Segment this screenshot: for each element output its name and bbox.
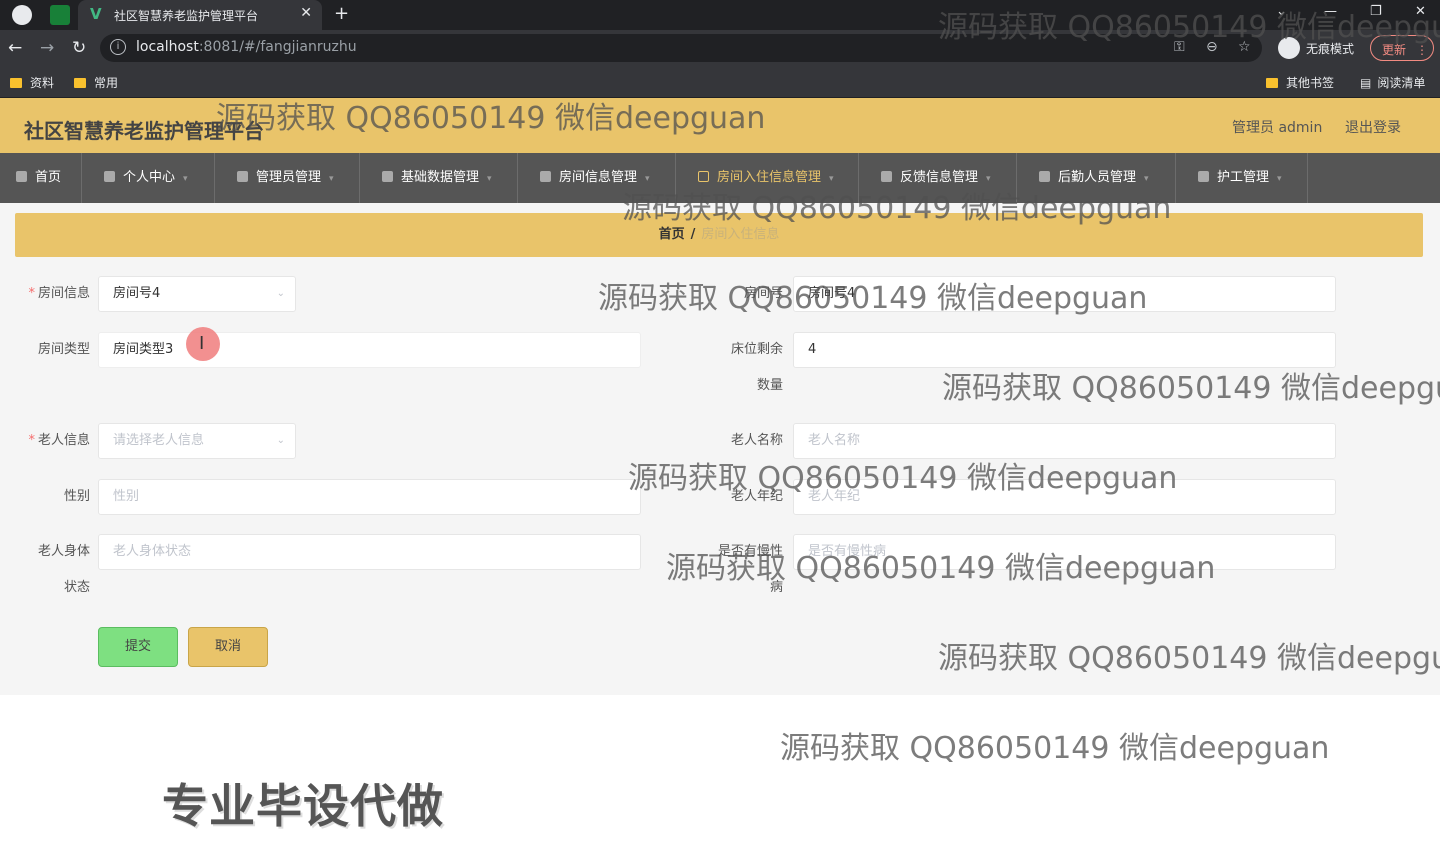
room-type-label: 房间类型 [37, 342, 90, 357]
beds-left-label: 床位剩余 数量 [730, 342, 783, 393]
caregiver-icon [1198, 171, 1209, 182]
reading-list[interactable]: ▤ 阅读清单 [1360, 74, 1425, 91]
watermark: 源码获取 QQ86050149 微信deepguan [216, 101, 766, 136]
breadcrumb-current: 房间入住信息 [701, 227, 780, 242]
logout-link[interactable]: 退出登录 [1345, 117, 1401, 137]
url-text: localhost:8081/#/fangjianruzhu [136, 39, 357, 55]
other-bookmarks[interactable]: 其他书签 [1266, 74, 1334, 91]
watermark: 源码获取 QQ86050149 微信deepguan [628, 461, 1178, 496]
back-icon[interactable]: ← [8, 38, 22, 58]
bookmark-folder[interactable]: 常用 [74, 74, 118, 91]
home-icon [16, 171, 27, 182]
chevron-down-icon: ▾ [183, 174, 188, 184]
nav-personal-center[interactable]: 个人中心 ▾ [82, 153, 215, 203]
forward-icon[interactable]: → [40, 38, 54, 58]
gender-label: 性别 [63, 489, 90, 504]
watermark: 源码获取 QQ86050149 微信deepguan [780, 731, 1330, 766]
tab-close-icon[interactable]: ✕ [300, 5, 312, 21]
watermark: 源码获取 QQ86050149 微信deepguan [622, 191, 1172, 226]
submit-button[interactable]: 提交 [98, 627, 178, 667]
folder-icon [10, 78, 22, 88]
staff-icon [1039, 171, 1050, 182]
gender-field[interactable]: 性别 [98, 479, 641, 515]
tab-title: 社区智慧养老监护管理平台 [114, 9, 259, 23]
chevron-down-icon: ⌄ [276, 288, 285, 299]
chevron-down-icon: ⌄ [276, 435, 285, 446]
user-icon [104, 171, 115, 182]
mail-icon [881, 171, 892, 182]
watermark: 源码获取 QQ86050149 微信deepguan [938, 10, 1440, 45]
breadcrumb-home[interactable]: 首页 [659, 227, 685, 242]
reload-icon[interactable]: ↻ [72, 38, 86, 58]
elder-name-label: 老人名称 [730, 433, 783, 448]
chevron-down-icon: ▾ [487, 174, 492, 184]
elder-info-label: * 老人信息 [28, 433, 90, 448]
site-info-icon[interactable]: i [110, 39, 126, 55]
admin-label: 管理员 admin [1232, 120, 1323, 136]
watermark: 源码获取 QQ86050149 微信deepguan [666, 551, 1216, 586]
watermark: 源码获取 QQ86050149 微信deepguan [598, 281, 1148, 316]
admin-icon [237, 171, 248, 182]
elder-health-field[interactable]: 老人身体状态 [98, 534, 641, 570]
nav-home[interactable]: 首页 [0, 153, 82, 203]
elder-info-select[interactable]: 请选择老人信息 ⌄ [98, 423, 296, 459]
room-icon [698, 171, 709, 182]
mic-icon [382, 171, 393, 182]
nav-basic-data[interactable]: 基础数据管理 ▾ [360, 153, 518, 203]
breadcrumb-separator: / [690, 227, 696, 242]
room-type-field[interactable]: 房间类型3 [98, 332, 641, 368]
vue-logo-icon: V [90, 5, 102, 23]
room-info-select[interactable]: 房间号4 ⌄ [98, 276, 296, 312]
watermark: 源码获取 QQ86050149 微信deepguan [938, 641, 1440, 676]
folder-icon [1266, 78, 1278, 88]
chevron-down-icon: ▾ [329, 174, 334, 184]
nav-admin-management[interactable]: 管理员管理 ▾ [215, 153, 360, 203]
folder-icon [74, 78, 86, 88]
bookmark-folder[interactable]: 资料 [10, 74, 54, 91]
grid-icon [540, 171, 551, 182]
nav-caregiver[interactable]: 护工管理 ▾ [1176, 153, 1308, 203]
room-info-label: * 房间信息 [28, 286, 90, 301]
sheet-tab-icon[interactable] [50, 5, 70, 25]
watermark: 源码获取 QQ86050149 微信deepguan [942, 371, 1440, 406]
promo-text: 专业毕设代做 [162, 779, 444, 833]
browser-menu-icon[interactable] [12, 5, 32, 25]
reading-list-icon: ▤ [1360, 76, 1372, 90]
elder-health-label: 老人身体 状态 [37, 544, 90, 595]
chevron-down-icon: ▾ [1277, 174, 1282, 184]
cancel-button[interactable]: 取消 [188, 627, 268, 667]
active-tab[interactable]: V 社区智慧养老监护管理平台 ✕ [78, 0, 322, 30]
new-tab-icon[interactable]: + [334, 3, 349, 24]
text-cursor-icon: I [199, 333, 205, 354]
